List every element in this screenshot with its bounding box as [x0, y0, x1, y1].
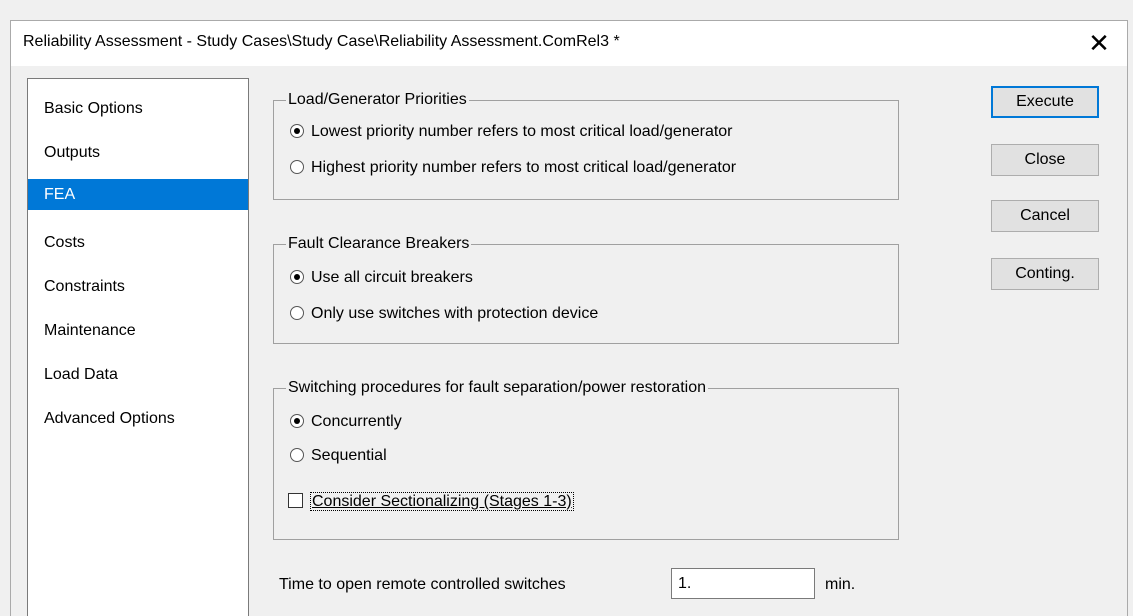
radio-unselected-icon: [290, 160, 304, 174]
cancel-button[interactable]: Cancel: [991, 200, 1099, 232]
radio-use-all-breakers[interactable]: Use all circuit breakers: [290, 267, 473, 289]
radio-label: Highest priority number refers to most c…: [311, 159, 737, 176]
radio-unselected-icon: [290, 306, 304, 320]
checkbox-label: Consider Sectionalizing (Stages 1-3): [310, 492, 574, 511]
radio-label: Only use switches with protection device: [311, 305, 599, 322]
nav-item-constraints[interactable]: Constraints: [28, 271, 248, 302]
group-switching-procedures: Switching procedures for fault separatio…: [273, 378, 899, 540]
radio-selected-icon: [290, 414, 304, 428]
group-title-priorities: Load/Generator Priorities: [286, 90, 469, 110]
group-fault-clearance-breakers: Fault Clearance Breakers Use all circuit…: [273, 234, 899, 344]
time-to-open-input[interactable]: [671, 568, 815, 599]
page-navigation-list: Basic Options Outputs FEA Costs Constrai…: [27, 78, 249, 616]
nav-item-basic-options[interactable]: Basic Options: [28, 93, 248, 124]
nav-item-outputs[interactable]: Outputs: [28, 137, 248, 168]
dialog-client-area: Basic Options Outputs FEA Costs Constrai…: [10, 66, 1128, 616]
nav-item-advanced-options[interactable]: Advanced Options: [28, 403, 248, 434]
radio-selected-icon: [290, 270, 304, 284]
group-title-breakers: Fault Clearance Breakers: [286, 234, 472, 254]
title-bar: Reliability Assessment - Study Cases\Stu…: [10, 20, 1128, 66]
radio-unselected-icon: [290, 448, 304, 462]
radio-highest-priority[interactable]: Highest priority number refers to most c…: [290, 157, 736, 179]
radio-label: Use all circuit breakers: [311, 269, 473, 286]
time-to-open-label: Time to open remote controlled switches: [279, 576, 566, 593]
conting-button[interactable]: Conting.: [991, 258, 1099, 290]
radio-lowest-priority[interactable]: Lowest priority number refers to most cr…: [290, 121, 733, 143]
reliability-assessment-dialog: Reliability Assessment - Study Cases\Stu…: [0, 0, 1133, 616]
nav-item-load-data[interactable]: Load Data: [28, 359, 248, 390]
execute-button[interactable]: Execute: [991, 86, 1099, 118]
window-title: Reliability Assessment - Study Cases\Stu…: [23, 33, 620, 50]
radio-label: Lowest priority number refers to most cr…: [311, 123, 733, 140]
group-load-generator-priorities: Load/Generator Priorities Lowest priorit…: [273, 90, 899, 200]
checkbox-consider-sectionalizing[interactable]: Consider Sectionalizing (Stages 1-3): [288, 491, 574, 513]
radio-protection-device-switches[interactable]: Only use switches with protection device: [290, 303, 598, 325]
radio-label: Concurrently: [311, 413, 402, 430]
radio-sequential[interactable]: Sequential: [290, 445, 387, 467]
close-button[interactable]: Close: [991, 144, 1099, 176]
checkbox-unchecked-icon: [288, 493, 303, 508]
radio-label: Sequential: [311, 447, 387, 464]
nav-item-maintenance[interactable]: Maintenance: [28, 315, 248, 346]
group-title-switching: Switching procedures for fault separatio…: [286, 378, 708, 398]
nav-item-costs[interactable]: Costs: [28, 227, 248, 258]
close-icon[interactable]: ✕: [1081, 27, 1117, 59]
time-unit-label: min.: [825, 576, 856, 593]
radio-selected-icon: [290, 124, 304, 138]
radio-concurrently[interactable]: Concurrently: [290, 411, 402, 433]
nav-item-fea[interactable]: FEA: [28, 179, 248, 210]
